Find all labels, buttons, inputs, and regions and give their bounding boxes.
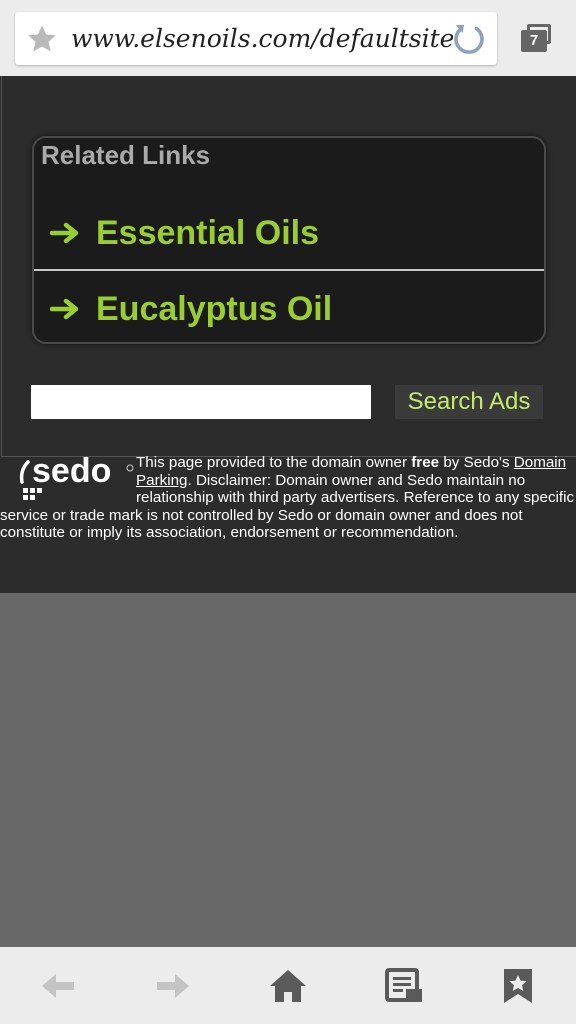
url-text[interactable]: www.elsenoils.com/defaultsite [71, 22, 453, 56]
arrow-right-icon [49, 221, 82, 245]
star-icon[interactable] [25, 22, 59, 56]
free-text: free [411, 454, 440, 471]
address-bar[interactable]: www.elsenoils.com/defaultsite [15, 12, 497, 65]
forward-icon[interactable] [153, 967, 193, 1005]
search-ads-button[interactable]: Search Ads [395, 385, 543, 419]
page-content: Related Links Essential Oils Eucalyptus … [0, 76, 576, 593]
reader-icon[interactable] [384, 967, 424, 1005]
tabs-icon[interactable]: 7 [519, 24, 553, 54]
divider [34, 269, 544, 271]
related-link-essential-oils[interactable]: Essential Oils [34, 196, 544, 270]
reload-icon[interactable] [450, 20, 488, 58]
ads-panel: Related Links Essential Oils Eucalyptus … [1, 76, 576, 457]
browser-toolbar: www.elsenoils.com/defaultsite 7 [0, 0, 576, 76]
related-link-label[interactable]: Eucalyptus Oil [96, 290, 332, 329]
bookmark-icon[interactable] [498, 967, 538, 1005]
related-link-eucalyptus-oil[interactable]: Eucalyptus Oil [34, 272, 544, 346]
browser-bottom-nav [0, 947, 576, 1024]
related-link-label[interactable]: Essential Oils [96, 214, 319, 253]
disclaimer-text: This page provided to the domain owner f… [0, 454, 575, 542]
tab-count: 7 [521, 30, 547, 52]
back-icon[interactable] [38, 967, 78, 1005]
related-links-title: Related Links [41, 140, 211, 170]
related-links-box: Related Links Essential Oils Eucalyptus … [32, 136, 546, 344]
arrow-right-icon [49, 297, 82, 321]
home-icon[interactable] [268, 967, 308, 1005]
search-input[interactable] [31, 385, 371, 419]
